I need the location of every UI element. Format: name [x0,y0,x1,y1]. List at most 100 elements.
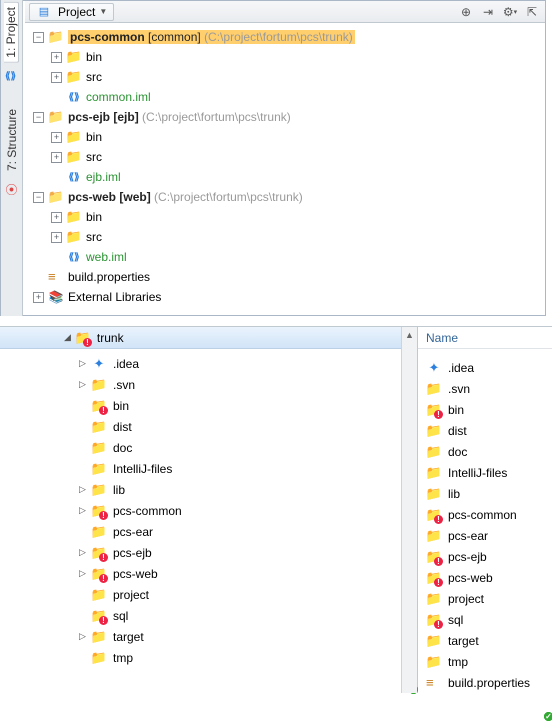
details-row[interactable]: pcs-ear [426,525,552,546]
tab-structure[interactable]: 7: Structure [5,105,19,175]
expand-toggle[interactable]: + [51,232,62,243]
details-row[interactable]: .svn [426,378,552,399]
project-tree[interactable]: − pcs-common [common] (C:\project\fortum… [25,23,545,307]
filesystem-item[interactable]: sql [8,605,417,626]
details-list[interactable]: .idea.svnbindistdocIntelliJ-fileslibpcs-… [418,349,552,693]
folder-label: bin [86,50,102,64]
view-dropdown-label: Project [58,5,95,19]
filesystem-tree[interactable]: ▷.idea▷.svnbindistdocIntelliJ-files▷lib▷… [0,349,417,672]
folder-bin[interactable]: + bin [29,47,545,67]
module-icon [48,189,64,205]
folder-error-icon [91,398,107,414]
collapse-toggle[interactable]: − [33,112,44,123]
file-web-iml[interactable]: web.iml [29,247,545,267]
scroll-up-button[interactable]: ▲ [402,327,417,343]
folder-ok-icon [91,524,107,540]
properties-icon [48,269,64,285]
file-common-iml[interactable]: common.iml [29,87,545,107]
filesystem-item[interactable]: IntelliJ-files [8,458,417,479]
module-pcs-ejb[interactable]: − pcs-ejb [ejb] (C:\project\fortum\pcs\t… [29,107,545,127]
vertical-scrollbar[interactable]: ▲ [401,327,417,693]
external-libraries[interactable]: +External Libraries [29,287,545,307]
expand-icon[interactable]: ▷ [78,505,87,516]
expand-toggle[interactable]: + [51,52,62,63]
file-label: build.properties [68,270,150,284]
filesystem-item[interactable]: doc [8,437,417,458]
folder-icon [66,149,82,165]
expand-toggle[interactable]: + [51,72,62,83]
expand-toggle[interactable]: + [33,292,44,303]
row-label: .svn [448,382,470,396]
details-row[interactable]: pcs-ejb [426,546,552,567]
settings-button[interactable]: ⚙▾ [501,3,519,21]
expand-toggle[interactable]: + [51,152,62,163]
folder-src[interactable]: +src [29,67,545,87]
filesystem-item[interactable]: bin [8,395,417,416]
iml-icon [3,69,19,85]
filesystem-item[interactable]: ▷target [8,626,417,647]
filesystem-item[interactable]: ▷pcs-common [8,500,417,521]
details-row[interactable]: project [426,588,552,609]
folder-bin[interactable]: +bin [29,207,545,227]
scroll-track[interactable] [402,343,417,693]
folder-ok-icon [426,465,442,481]
collapse-button[interactable]: ⇱ [523,3,541,21]
folder-error-icon [91,503,107,519]
collapse-toggle[interactable]: − [33,192,44,203]
item-label: .idea [113,357,139,371]
folder-src[interactable]: +src [29,227,545,247]
row-label: pcs-web [448,571,493,585]
view-dropdown[interactable]: ▤ Project ▼ [29,3,114,21]
details-row[interactable]: IntelliJ-files [426,462,552,483]
file-ejb-iml[interactable]: ejb.iml [29,167,545,187]
item-label: pcs-ejb [113,546,152,560]
details-row[interactable]: .idea [426,357,552,378]
folder-src[interactable]: +src [29,147,545,167]
details-row[interactable]: dist [426,420,552,441]
expand-toggle[interactable]: + [51,132,62,143]
details-row[interactable]: pcs-web [426,567,552,588]
chevron-down-icon: ▼ [99,7,107,16]
column-header-name[interactable]: Name [418,327,552,349]
row-label: build.properties [448,676,530,690]
filesystem-item[interactable]: project [8,584,417,605]
details-row[interactable]: lib [426,483,552,504]
details-row[interactable]: target [426,630,552,651]
expand-icon[interactable]: ▷ [78,358,87,369]
expand-icon[interactable]: ▷ [78,547,87,558]
details-row[interactable]: tmp [426,651,552,672]
filesystem-item[interactable]: dist [8,416,417,437]
filesystem-item[interactable]: ▷pcs-web [8,563,417,584]
autoscroll-from-source-button[interactable]: ⇥ [479,3,497,21]
expand-icon[interactable]: ▷ [78,568,87,579]
filesystem-item[interactable]: ▷ pcs-ejb [8,542,417,563]
item-label: lib [113,483,125,497]
details-row[interactable]: sql [426,609,552,630]
module-pcs-web[interactable]: − pcs-web [web] (C:\project\fortum\pcs\t… [29,187,545,207]
folder-bin[interactable]: +bin [29,127,545,147]
file-build-properties[interactable]: build.properties [29,267,545,287]
filesystem-item[interactable]: pcs-ear [8,521,417,542]
expand-icon[interactable]: ▷ [78,631,87,642]
filesystem-header[interactable]: ◢ trunk [0,327,417,349]
expand-icon[interactable]: ▷ [78,379,87,390]
details-row[interactable]: bin [426,399,552,420]
filesystem-item[interactable]: tmp [8,647,417,668]
folder-icon [66,209,82,225]
module-pcs-common[interactable]: − pcs-common [common] (C:\project\fortum… [29,27,545,47]
collapse-icon: ◢ [64,332,71,343]
expand-toggle[interactable]: + [51,212,62,223]
autoscroll-to-source-button[interactable]: ⊕ [457,3,475,21]
details-row[interactable]: build.properties [426,672,552,693]
filesystem-item[interactable]: ▷ .idea [8,353,417,374]
collapse-toggle[interactable]: − [33,32,44,43]
details-row[interactable]: pcs-common [426,504,552,525]
tab-project[interactable]: 1: Project [4,2,19,63]
file-label: ejb.iml [86,170,121,184]
filesystem-item[interactable]: ▷.svn [8,374,417,395]
expand-icon[interactable]: ▷ [78,484,87,495]
folder-icon [426,654,442,670]
module-selected: pcs-common [common] (C:\project\fortum\p… [68,30,355,44]
details-row[interactable]: doc [426,441,552,462]
filesystem-item[interactable]: ▷ lib [8,479,417,500]
